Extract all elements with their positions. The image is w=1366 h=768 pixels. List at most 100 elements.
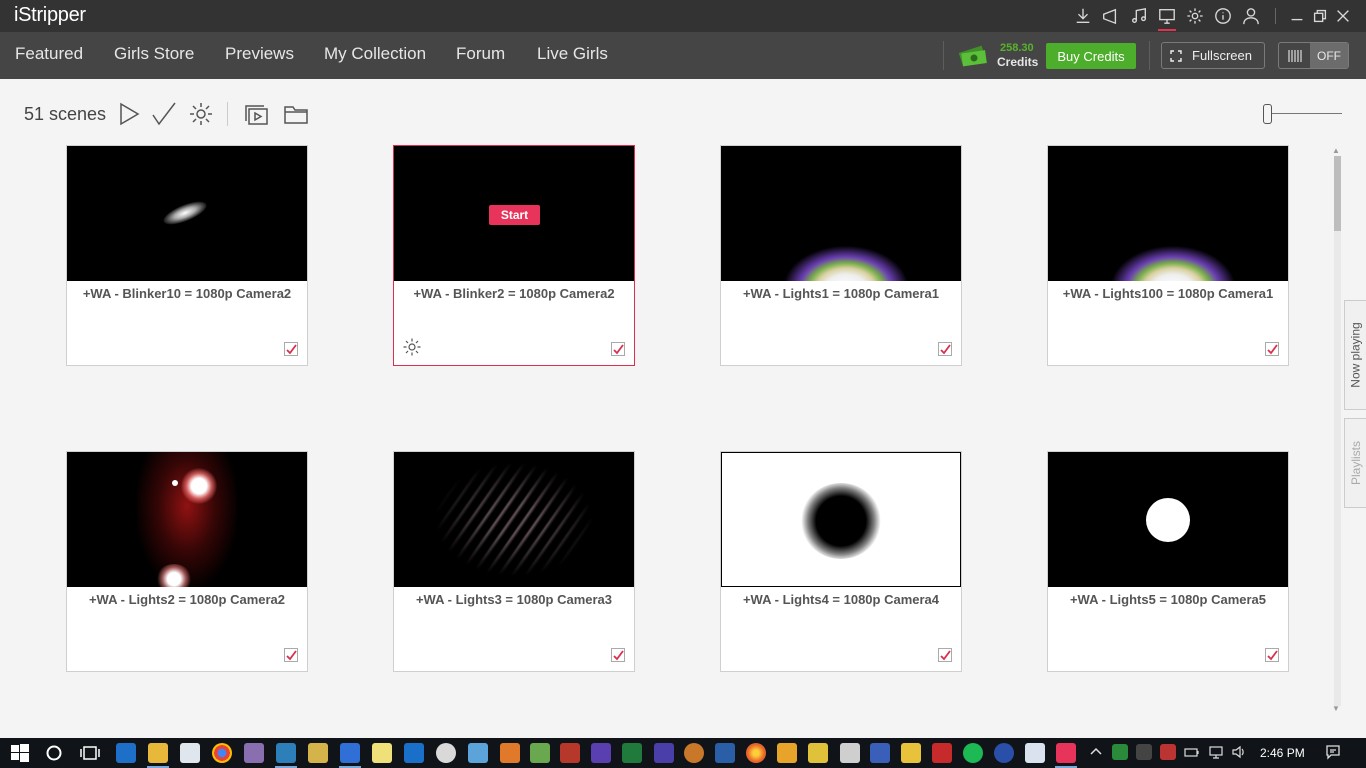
volume-icon[interactable] [1231,744,1247,760]
nav-my-collection[interactable]: My Collection [324,44,426,64]
nav-featured[interactable]: Featured [15,44,83,64]
scrollbar-track[interactable] [1334,156,1341,706]
app-icon[interactable] [436,743,456,763]
fullscreen-label: Fullscreen [1192,48,1252,63]
desktop-icon[interactable] [1157,6,1177,26]
tab-now-playing-label: Now playing [1348,322,1363,388]
title-bar: iStripper [0,0,1366,32]
spotify-icon[interactable] [963,743,983,763]
app-icon[interactable] [808,743,828,763]
scene-card-selected[interactable]: Start +WA - Blinker2 = 1080p Camera2 [393,145,635,366]
info-icon[interactable] [1213,6,1233,26]
scene-checkbox[interactable] [284,648,298,662]
app-icon[interactable] [500,743,520,763]
app-icon[interactable] [1025,743,1045,763]
app-icon[interactable] [994,743,1014,763]
checkmark-icon [1266,343,1278,354]
start-button[interactable]: Start [489,205,540,225]
nav-girls-store[interactable]: Girls Store [114,44,194,64]
check-all-icon[interactable] [151,101,177,127]
filezilla-icon[interactable] [932,743,952,763]
app-icon[interactable] [404,743,424,763]
minimize-icon[interactable] [1287,6,1307,26]
notes-icon[interactable] [372,743,392,763]
scroll-up-arrow[interactable]: ▲ [1332,146,1340,155]
buy-credits-button[interactable]: Buy Credits [1046,43,1136,69]
app-icon[interactable] [654,743,674,763]
app-icon[interactable] [870,743,890,763]
windows-start-icon[interactable] [10,743,30,763]
tray-security-icon[interactable] [1112,744,1128,760]
play-icon[interactable] [116,101,142,127]
firefox-icon[interactable] [746,743,766,763]
nav-previews[interactable]: Previews [225,44,294,64]
scene-checkbox[interactable] [1265,648,1279,662]
music-icon[interactable] [1129,6,1149,26]
scene-checkbox[interactable] [938,342,952,356]
task-view-icon[interactable] [80,743,100,763]
scrollbar-thumb[interactable] [1334,156,1341,231]
download-icon[interactable] [1073,6,1093,26]
app-icon[interactable] [530,743,550,763]
scene-card[interactable]: +WA - Lights4 = 1080p Camera4 [720,451,962,672]
app-icon[interactable] [777,743,797,763]
fullscreen-button[interactable]: Fullscreen [1161,42,1265,69]
app-icon[interactable] [468,743,488,763]
nav-live-girls[interactable]: Live Girls [537,44,608,64]
nav-forum[interactable]: Forum [456,44,505,64]
taskbar-clock[interactable]: 2:46 PM [1260,746,1305,760]
announcement-icon[interactable] [1100,6,1120,26]
folder-icon[interactable] [283,101,309,127]
store-icon[interactable] [340,743,360,763]
search-icon[interactable] [44,743,64,763]
network-icon[interactable] [1208,744,1224,760]
istripper-taskbar-icon[interactable] [1056,743,1076,763]
battery-icon[interactable] [1184,744,1200,760]
mail-icon[interactable] [180,743,200,763]
app-icon[interactable] [308,743,328,763]
scene-card[interactable]: +WA - Lights3 = 1080p Camera3 [393,451,635,672]
scene-settings-icon[interactable] [402,337,422,357]
app-icon[interactable] [715,743,735,763]
file-explorer-icon[interactable] [148,743,168,763]
scene-checkbox[interactable] [284,342,298,356]
tray-app-icon[interactable] [1136,744,1152,760]
tray-chevron-icon[interactable] [1088,744,1104,760]
restore-icon[interactable] [1310,6,1330,26]
scene-title: +WA - Blinker2 = 1080p Camera2 [413,286,615,301]
paint-icon[interactable] [244,743,264,763]
calculator-icon[interactable] [840,743,860,763]
scene-checkbox[interactable] [611,648,625,662]
scene-card[interactable]: +WA - Lights2 = 1080p Camera2 [66,451,308,672]
app-icon[interactable] [591,743,611,763]
scene-checkbox[interactable] [611,342,625,356]
desktop-mode-toggle[interactable]: OFF [1278,42,1349,69]
chrome-icon[interactable] [212,743,232,763]
scene-card[interactable]: +WA - Lights1 = 1080p Camera1 [720,145,962,366]
notifications-icon[interactable] [1325,744,1341,760]
scroll-down-arrow[interactable]: ▼ [1332,704,1340,713]
close-icon[interactable] [1333,6,1353,26]
user-icon[interactable] [1241,6,1261,26]
tray-app-icon[interactable] [1160,744,1176,760]
scene-card[interactable]: +WA - Blinker10 = 1080p Camera2 [66,145,308,366]
app-icon[interactable] [901,743,921,763]
settings-icon[interactable] [1185,6,1205,26]
edge-icon[interactable] [116,743,136,763]
app-icon[interactable] [560,743,580,763]
app-icon[interactable] [684,743,704,763]
remote-desktop-icon[interactable] [276,743,296,763]
zoom-slider-track[interactable] [1268,113,1342,114]
playlist-video-icon[interactable] [243,101,269,127]
excel-icon[interactable] [622,743,642,763]
scene-card[interactable]: +WA - Lights100 = 1080p Camera1 [1047,145,1289,366]
zoom-slider-thumb[interactable] [1263,104,1272,124]
checkmark-icon [939,343,951,354]
scene-card[interactable]: +WA - Lights5 = 1080p Camera5 [1047,451,1289,672]
settings-icon[interactable] [188,101,214,127]
tab-now-playing[interactable]: Now playing [1344,300,1366,410]
scene-checkbox[interactable] [1265,342,1279,356]
scene-checkbox[interactable] [938,648,952,662]
tab-playlists[interactable]: Playlists [1344,418,1366,508]
app-logo: iStripper [14,4,86,26]
